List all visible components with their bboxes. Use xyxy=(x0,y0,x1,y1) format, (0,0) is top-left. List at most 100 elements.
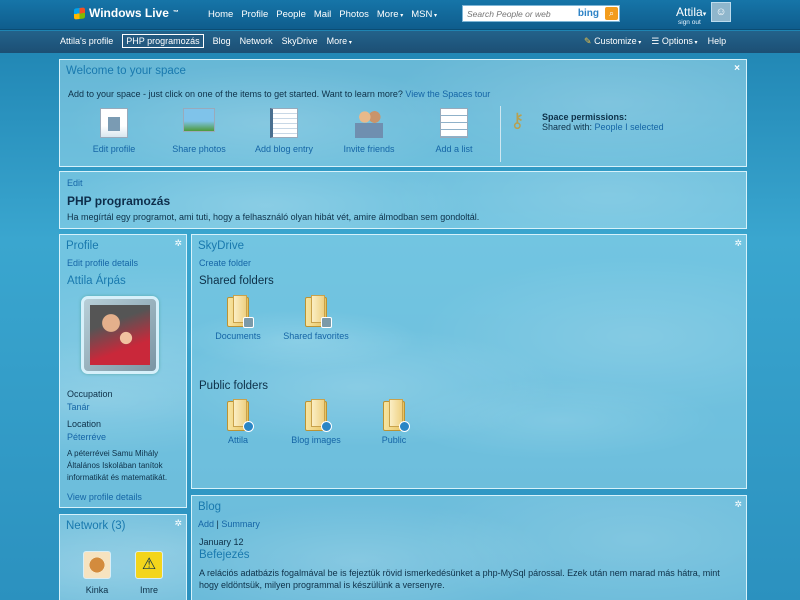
subnav-profile[interactable]: Attila's profile xyxy=(60,36,113,48)
sign-out-link[interactable]: sign out xyxy=(678,19,701,26)
edit-profile-tile[interactable]: Edit profile xyxy=(74,108,154,154)
skydrive-title[interactable]: SkyDrive xyxy=(198,240,244,252)
gear-icon[interactable]: ✲ xyxy=(174,238,182,249)
customize-menu[interactable]: ✎ Customize ▾ xyxy=(584,36,641,47)
summary-link[interactable]: Summary xyxy=(221,519,260,529)
add-blog-entry-label: Add blog entry xyxy=(254,144,314,154)
search-box: bing ⌕ xyxy=(462,5,620,22)
edit-profile-icon xyxy=(100,108,128,138)
folder-item[interactable]: Documents xyxy=(198,295,278,341)
list-icon xyxy=(440,108,468,138)
topnav-msn-label: MSN xyxy=(411,9,433,20)
space-title-panel: Edit PHP programozás Ha megírtál egy pro… xyxy=(59,171,747,229)
profile-module: Profile ✲ Edit profile details Attila Ár… xyxy=(59,234,187,508)
blog-entry-title[interactable]: Befejezés xyxy=(199,549,250,561)
blog-title[interactable]: Blog xyxy=(198,501,221,513)
user-name-label: Attila xyxy=(676,5,703,19)
subnav-space-home[interactable]: PHP programozás xyxy=(122,34,204,48)
subnav-more-label: More xyxy=(326,36,348,46)
options-menu[interactable]: ☰ Options ▾ xyxy=(651,36,697,47)
topnav-photos[interactable]: Photos xyxy=(339,9,369,20)
gear-icon[interactable]: ✲ xyxy=(174,518,182,529)
public-folder-icon xyxy=(227,399,254,432)
network-member[interactable]: ⚠ Imre xyxy=(128,551,170,595)
add-blog-link[interactable]: Add xyxy=(198,519,214,529)
people-icon xyxy=(355,108,383,138)
create-folder-link[interactable]: Create folder xyxy=(199,258,251,268)
topnav-people[interactable]: People xyxy=(276,9,306,20)
topnav-profile[interactable]: Profile xyxy=(241,9,268,20)
add-list-label: Add a list xyxy=(435,144,473,154)
network-module: Network (3) ✲ Kinka ⚠ Imre xyxy=(59,514,187,600)
help-link[interactable]: Help xyxy=(708,36,727,47)
search-button[interactable]: ⌕ xyxy=(605,7,618,20)
welcome-intro: Add to your space - just click on one of… xyxy=(68,89,403,99)
subnav-skydrive[interactable]: SkyDrive xyxy=(282,36,318,48)
shared-with-label: Shared with: xyxy=(542,122,593,132)
bing-logo: bing xyxy=(577,8,599,19)
edit-link[interactable]: Edit xyxy=(67,178,83,188)
top-bar: Windows Live ™ Home Profile People Mail P… xyxy=(0,0,800,30)
public-folder-icon xyxy=(383,399,410,432)
blog-entry-text: A relációs adatbázis fogalmával be is fe… xyxy=(199,568,720,590)
gear-icon[interactable]: ✲ xyxy=(734,499,742,510)
profile-name[interactable]: Attila Árpás xyxy=(67,275,126,287)
folder-name: Blog images xyxy=(291,435,341,445)
folder-name: Shared favorites xyxy=(283,331,349,341)
folder-name: Attila xyxy=(227,435,248,445)
subnav-blog[interactable]: Blog xyxy=(213,36,231,48)
chevron-down-icon: ▾ xyxy=(702,11,707,18)
profile-title[interactable]: Profile xyxy=(66,240,99,252)
profile-photo[interactable] xyxy=(81,296,159,374)
network-title[interactable]: Network (3) xyxy=(66,520,125,532)
shared-with-link[interactable]: People I selected xyxy=(595,122,664,132)
add-blog-entry-tile[interactable]: Add blog entry xyxy=(244,108,324,154)
spaces-tour-link[interactable]: View the Spaces tour xyxy=(405,89,490,99)
space-nav: Attila's profile PHP programozás Blog Ne… xyxy=(0,31,800,53)
network-member[interactable]: Kinka xyxy=(76,551,118,595)
share-photos-tile[interactable]: Share photos xyxy=(159,108,239,154)
user-name[interactable]: Attila▾ xyxy=(676,5,706,19)
shared-folder-icon xyxy=(227,295,254,328)
edit-profile-label: Edit profile xyxy=(92,144,136,154)
public-folder-icon xyxy=(305,399,332,432)
welcome-intro-line: Add to your space - just click on one of… xyxy=(68,89,490,99)
folder-item[interactable]: Blog images xyxy=(276,399,356,445)
space-permissions: Space permissions: Shared with: People I… xyxy=(542,112,664,132)
gear-icon[interactable]: ✲ xyxy=(734,238,742,249)
warning-sign-avatar-icon: ⚠ xyxy=(135,551,163,579)
close-icon[interactable]: × xyxy=(734,63,740,74)
topnav-more[interactable]: More ▾ xyxy=(377,9,403,20)
subnav-network[interactable]: Network xyxy=(240,36,273,48)
invite-friends-tile[interactable]: Invite friends xyxy=(329,108,409,154)
member-name: Kinka xyxy=(85,585,109,595)
user-avatar-icon[interactable]: ☺ xyxy=(711,2,731,22)
folder-item[interactable]: Shared favorites xyxy=(276,295,356,341)
brand-tm: ™ xyxy=(172,10,179,16)
shared-folder-icon xyxy=(305,295,332,328)
options-label: Options xyxy=(661,36,693,46)
photo-image xyxy=(90,305,150,365)
public-folders-heading: Public folders xyxy=(199,380,269,392)
separator: | xyxy=(216,519,219,529)
chevron-down-icon: ▾ xyxy=(636,40,642,46)
add-list-tile[interactable]: Add a list xyxy=(414,108,494,154)
windows-flag-icon xyxy=(74,6,85,20)
blog-entry-date: January 12 xyxy=(199,537,244,547)
edit-profile-details-link[interactable]: Edit profile details xyxy=(67,258,138,268)
chevron-down-icon: ▾ xyxy=(398,13,404,19)
topnav-mail[interactable]: Mail xyxy=(314,9,331,20)
folder-item[interactable]: Public xyxy=(354,399,434,445)
windows-live-logo[interactable]: Windows Live ™ xyxy=(74,6,179,20)
location-value: Péterréve xyxy=(67,432,107,442)
brush-icon: ✎ xyxy=(584,36,592,46)
topnav-msn[interactable]: MSN ▾ xyxy=(411,9,437,20)
subnav-more[interactable]: More ▾ xyxy=(327,36,352,48)
folder-item[interactable]: Attila xyxy=(198,399,278,445)
shared-folders-heading: Shared folders xyxy=(199,275,274,287)
chevron-down-icon: ▾ xyxy=(347,40,352,46)
search-input[interactable] xyxy=(463,6,571,21)
customize-label: Customize xyxy=(594,36,637,46)
topnav-home[interactable]: Home xyxy=(208,9,233,20)
view-profile-details-link[interactable]: View profile details xyxy=(67,492,142,502)
